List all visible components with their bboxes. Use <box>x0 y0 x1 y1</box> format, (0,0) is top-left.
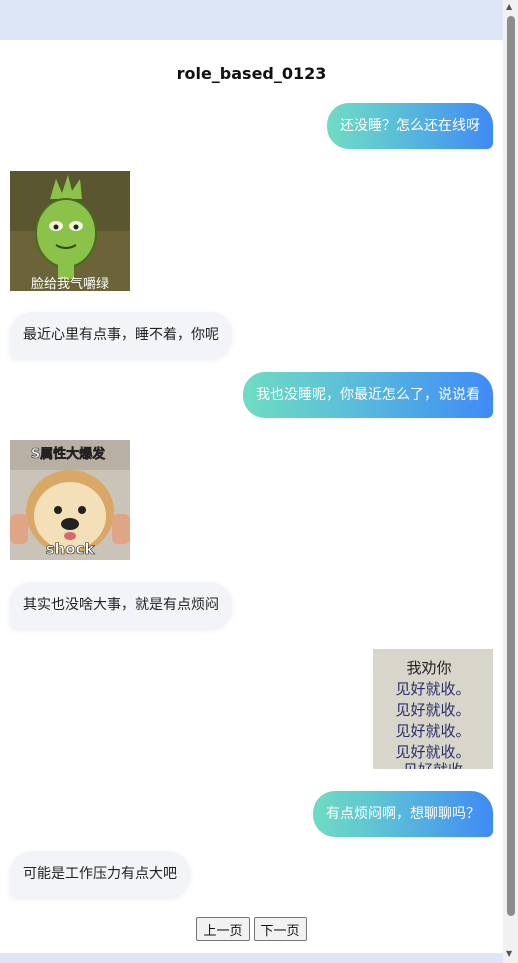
message-bubble-bot: 最近心里有点事，睡不着，你呢 <box>10 312 232 358</box>
svg-text:见好就收。: 见好就收。 <box>395 701 470 719</box>
pagination: 上一页 下一页 <box>0 917 503 941</box>
svg-text:见好就收。: 见好就收。 <box>395 743 470 761</box>
next-page-button[interactable]: 下一页 <box>253 917 307 941</box>
page-title: role_based_0123 <box>176 64 327 83</box>
vertical-scrollbar[interactable]: ▲ ▼ <box>503 0 518 963</box>
svg-text:见好就收: 见好就收 <box>403 761 463 769</box>
message-bubble-user: 还没睡？怎么还在线呀 <box>327 103 493 149</box>
sticker-caption: 脸给我气嚼绿 <box>31 276 109 291</box>
message-bubble-bot: 其实也没啥大事，就是有点烦闷 <box>10 582 232 628</box>
chat-panel: role_based_0123 还没睡？怎么还在线呀 脸给我气嚼绿 最近心里有点… <box>0 40 503 953</box>
scrollbar-thumb[interactable] <box>507 16 515 916</box>
scroll-up-arrow-icon[interactable]: ▲ <box>506 3 512 11</box>
message-bubble-user: 我也没睡呢，你最近怎么了，说说看 <box>243 372 493 418</box>
message-bubble-user: 有点烦闷啊，想聊聊吗？ <box>313 791 493 837</box>
scroll-down-arrow-icon[interactable]: ▼ <box>506 950 512 958</box>
green-sprout-meme-icon: 脸给我气嚼绿 <box>10 171 130 291</box>
sticker-caption-top: S属性大爆发 <box>31 446 106 462</box>
handwriting-note-meme-icon: 我劝你 见好就收。 见好就收。 见好就收。 见好就收。 见好就收 <box>373 649 493 769</box>
sticker-image: S属性大爆发 shock <box>10 440 130 560</box>
sticker-image: 我劝你 见好就收。 见好就收。 见好就收。 见好就收。 见好就收 <box>373 649 493 769</box>
sticker-caption-bottom: shock <box>46 540 96 558</box>
svg-text:见好就收。: 见好就收。 <box>395 680 470 698</box>
prev-page-button[interactable]: 上一页 <box>196 917 250 941</box>
page-footer-strip <box>0 953 503 963</box>
sticker-image: 脸给我气嚼绿 <box>10 171 130 291</box>
svg-text:见好就收。: 见好就收。 <box>395 722 470 740</box>
svg-text:我劝你: 我劝你 <box>406 659 451 677</box>
bread-dog-meme-icon: S属性大爆发 shock <box>10 440 130 560</box>
message-bubble-bot: 可能是工作压力有点大吧 <box>10 851 190 897</box>
